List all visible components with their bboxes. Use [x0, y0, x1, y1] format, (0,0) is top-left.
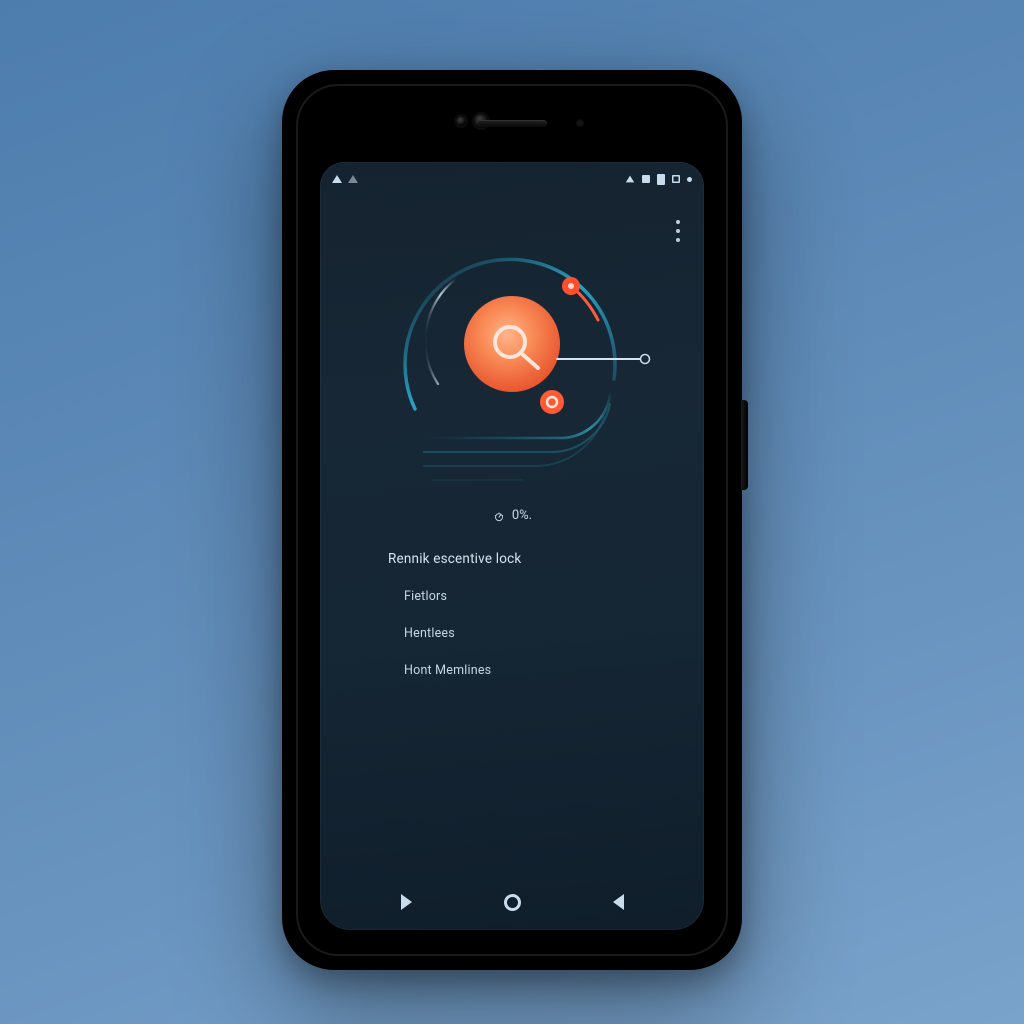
rail-arc-1: [424, 394, 610, 438]
radial-meter: [352, 224, 672, 504]
percent-row: 0%.: [320, 508, 704, 523]
radial-meter-svg: [352, 224, 672, 504]
sensor-cluster: [296, 114, 728, 148]
signal-icon: [626, 176, 635, 183]
front-camera-small-icon: [456, 116, 466, 126]
bar-outline-icon: [672, 175, 680, 183]
earpiece-speaker-icon: [477, 120, 547, 127]
menu-list: Rennik escentive lock Fietlors Hentlees …: [388, 551, 704, 678]
android-nav-bar: [320, 874, 704, 930]
nav-recents-button[interactable]: [386, 882, 426, 922]
rail-arc-3: [424, 416, 604, 466]
rail-arc-2: [424, 404, 610, 452]
percent-label: 0%.: [512, 508, 532, 523]
back-icon: [613, 894, 624, 910]
pointer-tip-icon: [641, 355, 650, 364]
bar-tall-icon: [657, 174, 665, 185]
nav-back-button[interactable]: [598, 882, 638, 922]
proximity-sensor-icon: [576, 119, 584, 127]
overflow-menu-button[interactable]: [670, 214, 686, 248]
menu-item-fietlors[interactable]: Fietlors: [404, 589, 704, 604]
signal-up-outline-icon: [348, 175, 358, 183]
home-icon: [504, 894, 521, 911]
core-disc: [464, 296, 560, 392]
overflow-dot-icon: [676, 238, 680, 242]
menu-item-hentlees[interactable]: Hentlees: [404, 626, 704, 641]
node-dot: [540, 390, 564, 414]
recents-icon: [401, 894, 412, 910]
status-bar-right: [625, 174, 692, 185]
bar-icon: [642, 175, 650, 183]
screen: 0%. Rennik escentive lock Fietlors Hentl…: [320, 162, 704, 930]
dot-icon: [687, 177, 692, 182]
satellite-dot-highlight: [568, 283, 574, 289]
status-bar: [320, 162, 704, 196]
overflow-dot-icon: [676, 220, 680, 224]
phone-frame: 0%. Rennik escentive lock Fietlors Hentl…: [282, 70, 742, 970]
menu-item-hont-memlines[interactable]: Hont Memlines: [404, 663, 704, 678]
overflow-dot-icon: [676, 229, 680, 233]
signal-up-icon: [332, 175, 342, 183]
phone-bezel: 0%. Rennik escentive lock Fietlors Hentl…: [296, 84, 728, 956]
menu-heading[interactable]: Rennik escentive lock: [388, 551, 704, 567]
gauge-icon: [492, 509, 506, 523]
nav-home-button[interactable]: [492, 882, 532, 922]
status-bar-left: [332, 175, 358, 183]
front-camera-icon: [474, 114, 488, 128]
